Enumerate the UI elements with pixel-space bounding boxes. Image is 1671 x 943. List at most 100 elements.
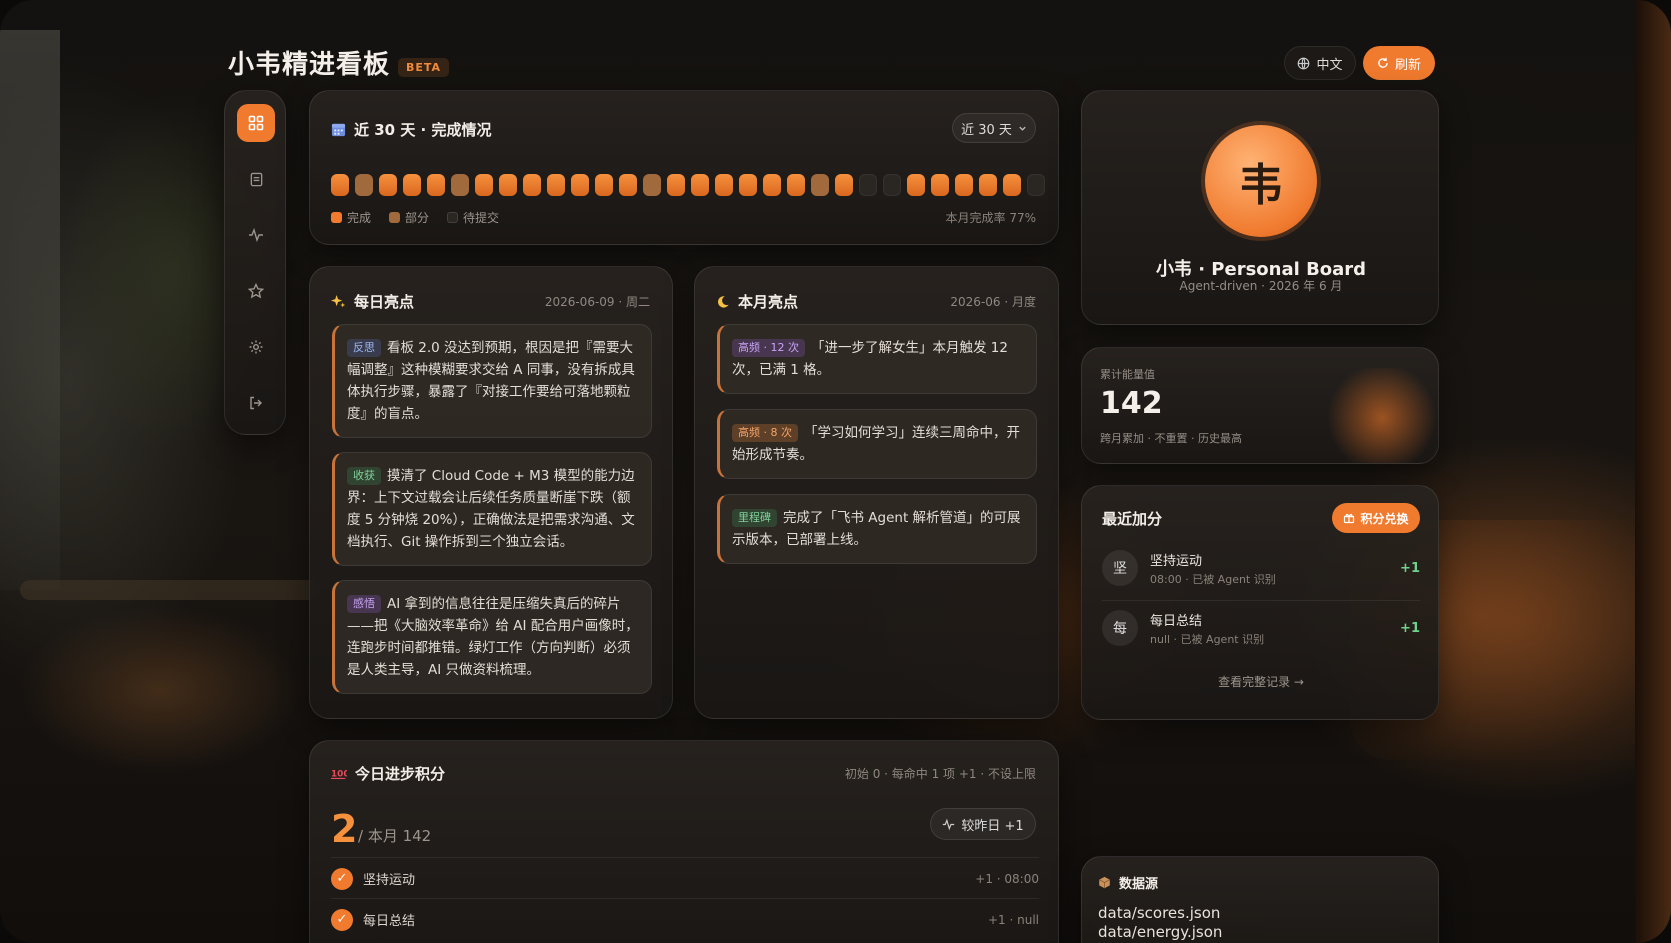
energy-card: 累计能量值 142 跨月累加 · 不重置 · 历史最高 <box>1081 347 1439 464</box>
note-text: 看板 2.0 没达到预期，根因是把『需要大幅调整』这种模糊要求交给 A 同事，没… <box>347 340 635 422</box>
score-rule: 初始 0 · 每命中 1 项 +1 · 不设上限 <box>844 767 1036 781</box>
grid-icon <box>248 115 264 131</box>
day-cell-done <box>595 174 613 196</box>
day-cell-done <box>979 174 997 196</box>
moon-icon <box>718 295 729 308</box>
day-cell-done <box>835 174 853 196</box>
recent-avatar: 每 <box>1102 610 1138 646</box>
energy-glow <box>1322 368 1438 463</box>
day-cell-done <box>475 174 493 196</box>
legend-partial: 部分 <box>389 209 429 226</box>
activity-icon <box>943 818 955 830</box>
today-score-card: 100 今日进步积分 初始 0 · 每命中 1 项 +1 · 不设上限 2 / … <box>309 740 1059 943</box>
sidebar-item-favorites[interactable] <box>237 272 275 310</box>
day-cell-done <box>787 174 805 196</box>
recent-item[interactable]: 坚 坚持运动 08:00 · 已被 Agent 识别 +1 <box>1102 540 1420 596</box>
recent-info: 坚持运动 08:00 · 已被 Agent 识别 <box>1150 550 1276 587</box>
daily-note: 收获 摸清了 Cloud Code + M3 模型的能力边界：上下文过载会让后续任… <box>332 452 652 566</box>
month-score: / 本月 142 <box>358 827 432 845</box>
source-title: 数据源 <box>1119 877 1159 892</box>
recent-title-text: 每日总结 <box>1150 613 1203 629</box>
energy-label: 累计能量值 <box>1100 368 1155 381</box>
note-tag: 高频 · 8 次 <box>732 424 798 442</box>
daily-title: 每日亮点 <box>354 293 415 311</box>
note-tag: 反思 <box>347 339 381 357</box>
range-select[interactable]: 近 30 天 <box>952 113 1036 143</box>
avatar: 韦 <box>1205 125 1317 237</box>
day-cell-done <box>907 174 925 196</box>
task-row[interactable]: ✓ 坚持运动 +1 · 08:00 <box>331 857 1039 899</box>
compare-yesterday-button[interactable]: 较昨日 +1 <box>930 808 1036 840</box>
day-cell-done <box>739 174 757 196</box>
day-cell-pending <box>859 174 877 196</box>
redeem-button[interactable]: 积分兑换 <box>1332 503 1420 533</box>
day-cell-done <box>955 174 973 196</box>
language-label: 中文 <box>1316 57 1343 73</box>
profile-card: 韦 小韦 · Personal Board Agent-driven · 202… <box>1081 90 1439 325</box>
recent-title-text: 坚持运动 <box>1150 553 1203 569</box>
day-cell-done <box>691 174 709 196</box>
energy-note: 跨月累加 · 不重置 · 历史最高 <box>1100 432 1242 445</box>
package-icon <box>1099 876 1110 889</box>
legend-pending: 待提交 <box>447 209 499 226</box>
sidebar-item-dashboard[interactable] <box>237 104 275 142</box>
note-tag: 感悟 <box>347 595 381 613</box>
activity-icon <box>249 227 263 243</box>
daily-note: 反思 看板 2.0 没达到预期，根因是把『需要大幅调整』这种模糊要求交给 A 同事… <box>332 324 652 438</box>
day-cell-done <box>331 174 349 196</box>
recent-points: +1 <box>1400 560 1420 576</box>
view-all-link[interactable]: 查看完整记录 → <box>1082 673 1440 690</box>
redeem-label: 积分兑换 <box>1360 511 1409 526</box>
page-title: 小韦精进看板 <box>228 50 391 80</box>
completion-header: 近 30 天 · 完成情况 <box>331 119 491 140</box>
day-cell-done <box>1003 174 1021 196</box>
day-cell-done <box>667 174 685 196</box>
recent-points: +1 <box>1400 620 1420 636</box>
refresh-button[interactable]: 刷新 <box>1363 46 1435 80</box>
check-icon: ✓ <box>331 908 353 931</box>
gear-icon <box>249 340 263 354</box>
recent-avatar: 坚 <box>1102 550 1138 586</box>
refresh-icon <box>1378 57 1388 68</box>
day-cell-done <box>931 174 949 196</box>
completion-card: 近 30 天 · 完成情况 近 30 天 完成 部分 待提交 本月完成率 77% <box>309 90 1059 245</box>
daily-highlights-card: 每日亮点 2026-06-09 · 周二 反思 看板 2.0 没达到预期，根因是把… <box>309 266 673 719</box>
day-cell-done <box>571 174 589 196</box>
beta-badge: BETA <box>398 58 450 77</box>
day-cell-partial <box>355 174 373 196</box>
day-cell-done <box>403 174 421 196</box>
today-score: 2 <box>331 807 358 851</box>
compare-label: 较昨日 +1 <box>961 818 1024 834</box>
task-row[interactable]: ✓ 每日总结 +1 · null <box>331 898 1039 940</box>
day-cell-pending <box>883 174 901 196</box>
completion-title: 近 30 天 · 完成情况 <box>354 121 492 139</box>
sidebar-item-settings[interactable] <box>237 328 275 366</box>
star-icon <box>248 283 264 299</box>
note-text: AI 拿到的信息往往是压缩失真后的碎片——把《大脑效率革命》给 AI 配合用户画… <box>347 596 639 678</box>
language-button[interactable]: 中文 <box>1284 46 1356 80</box>
note-text: 摸清了 Cloud Code + M3 模型的能力边界：上下文过载会让后续任务质… <box>347 468 635 550</box>
monthly-note: 高频 · 8 次「学习如何学习」连续三周命中，开始形成节奏。 <box>717 409 1037 479</box>
sidebar-item-activity[interactable] <box>237 216 275 254</box>
note-tag: 收获 <box>347 467 381 485</box>
note-tag: 里程碑 <box>732 509 777 527</box>
completion-cells <box>331 174 1045 196</box>
globe-icon <box>1298 57 1310 69</box>
source-file: data/energy.json <box>1098 923 1223 941</box>
legend-done: 完成 <box>331 209 371 226</box>
today-title: 今日进步积分 <box>355 765 446 783</box>
daily-date: 2026-06-09 · 周二 <box>544 295 650 309</box>
sidebar-item-logout[interactable] <box>237 384 275 422</box>
sidebar-item-notes[interactable] <box>237 160 275 198</box>
recent-item[interactable]: 每 每日总结 null · 已被 Agent 识别 +1 <box>1102 600 1420 656</box>
source-header: 数据源 <box>1098 873 1158 892</box>
monthly-title: 本月亮点 <box>738 293 799 311</box>
monthly-header: 本月亮点 <box>716 291 798 312</box>
range-select-label: 近 30 天 <box>961 122 1012 138</box>
day-cell-done <box>499 174 517 196</box>
day-cell-partial <box>811 174 829 196</box>
document-icon <box>250 172 262 186</box>
daily-header: 每日亮点 <box>331 291 414 312</box>
task-meta: +1 · null <box>987 912 1039 927</box>
note-tag: 高频 · 12 次 <box>732 339 805 357</box>
